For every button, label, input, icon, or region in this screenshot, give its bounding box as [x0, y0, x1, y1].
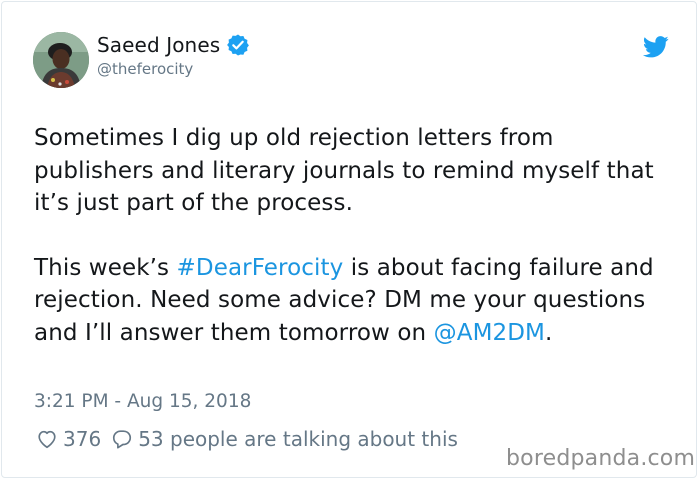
source-watermark: boredpanda.com — [506, 446, 696, 471]
tweet-paragraph-2: This week’s #DearFerocity is about facin… — [34, 252, 674, 350]
author-handle[interactable]: @theferocity — [97, 60, 193, 78]
tweet-paragraph-1: Sometimes I dig up old rejection letters… — [34, 125, 654, 216]
author-name[interactable]: Saeed Jones — [97, 33, 220, 57]
heart-icon[interactable] — [36, 428, 58, 450]
tweet-timestamp[interactable]: 3:21 PM - Aug 15, 2018 — [34, 391, 251, 412]
text-segment: . — [545, 319, 553, 346]
tweet-card: Saeed Jones @theferocity Sometimes I dig… — [1, 1, 697, 478]
tweet-stats: 376 53 people are talking about this — [36, 427, 458, 451]
avatar[interactable] — [33, 32, 89, 88]
twitter-bird-icon[interactable] — [643, 36, 669, 58]
text-segment: This week’s — [34, 254, 177, 281]
tweet-body: Sometimes I dig up old rejection letters… — [34, 122, 674, 349]
conversation-text[interactable]: 53 people are talking about this — [138, 427, 458, 451]
verified-badge-icon — [227, 34, 250, 56]
like-count[interactable]: 376 — [63, 427, 101, 451]
reply-bubble-icon[interactable] — [111, 428, 133, 450]
mention-link[interactable]: @AM2DM — [434, 320, 545, 346]
hashtag-link[interactable]: #DearFerocity — [177, 255, 344, 281]
